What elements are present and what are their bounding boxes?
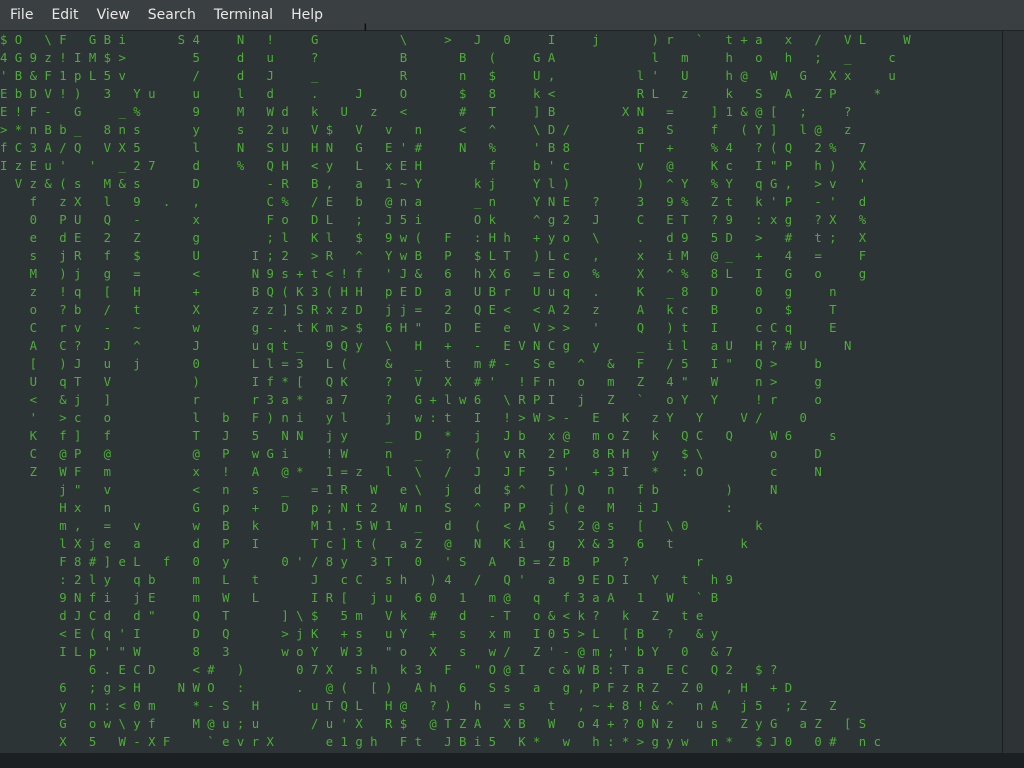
menu-edit[interactable]: Edit <box>43 0 86 30</box>
terminal-area[interactable]: $ O \ F G B i S 4 N ! G \ > J 0 I j ) r … <box>0 31 1002 753</box>
menu-bar: File Edit View Search Terminal Help <box>0 0 1024 31</box>
menu-terminal[interactable]: Terminal <box>206 0 281 30</box>
menu-view[interactable]: View <box>89 0 138 30</box>
menu-help[interactable]: Help <box>283 0 331 30</box>
menu-search[interactable]: Search <box>140 0 204 30</box>
menu-file[interactable]: File <box>2 0 41 30</box>
terminal-scrollbar[interactable] <box>1002 31 1024 753</box>
window-bottom-border <box>0 753 1024 768</box>
matrix-rain-output: $ O \ F G B i S 4 N ! G \ > J 0 I j ) r … <box>0 33 911 749</box>
